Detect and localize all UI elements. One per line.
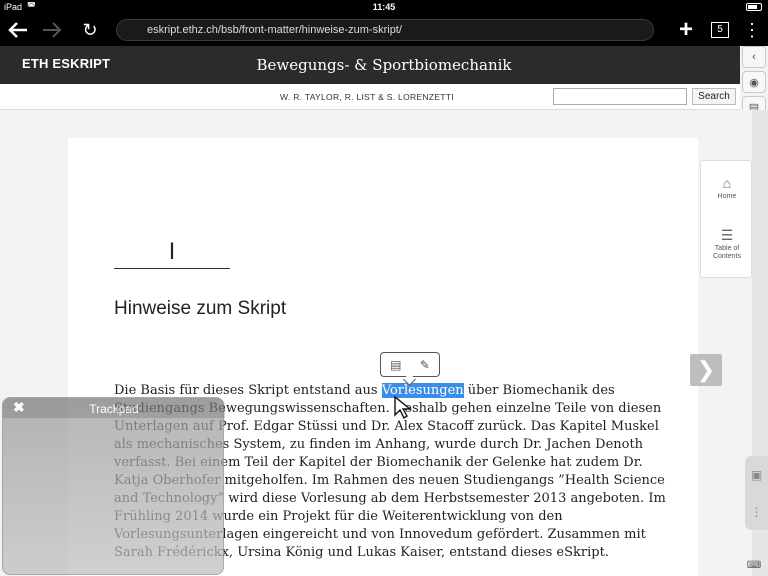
window-icon: ▣ (750, 467, 763, 482)
chapter-numeral: I (168, 240, 176, 265)
brand-logo[interactable]: ETH ESKRIPT (22, 56, 110, 71)
url-bar[interactable]: eskript.ethz.ch/bsb/front-matter/hinweis… (116, 19, 654, 41)
home-label: Home (717, 193, 737, 200)
chevron-right-icon: ❯ (696, 357, 716, 382)
clock: 11:45 (372, 2, 396, 12)
author-bar: W. R. TAYLOR, R. LIST & S. LORENZETTI Se… (0, 84, 740, 110)
annotation-popover: ▤ ✎ (380, 352, 440, 377)
search-input[interactable] (553, 88, 687, 105)
browser-toolbar: ↻ eskript.ethz.ch/bsb/front-matter/hinwe… (0, 14, 768, 46)
toc-label: Table of Contents (712, 245, 742, 260)
tabs-button[interactable]: 5 (708, 18, 732, 42)
trackpad-title: Trackpad (89, 402, 139, 416)
forward-button[interactable] (40, 18, 64, 42)
reload-icon: ↻ (82, 19, 98, 40)
eye-icon: ◉ (749, 76, 759, 89)
search-button[interactable]: Search (692, 88, 736, 105)
trackpad-titlebar[interactable]: ✖ Trackpad (3, 398, 225, 418)
text-segment: Die Basis für dieses Skript entstand aus (114, 383, 382, 398)
page-title: Hinweise zum Skript (114, 298, 287, 319)
forward-arrow-icon (43, 22, 62, 38)
edge-tab[interactable]: ▣ ⋮ (745, 456, 768, 530)
chevron-left-icon: ‹ (752, 51, 756, 63)
tab-count: 5 (711, 22, 729, 38)
home-link[interactable]: ⌂ Home (701, 175, 753, 201)
mouse-cursor-icon (394, 395, 412, 420)
comment-icon[interactable]: ▤ (390, 358, 401, 372)
keyboard-icon[interactable]: ⌨ (744, 560, 764, 574)
pencil-icon[interactable]: ✎ (420, 358, 430, 372)
trackpad-overlay[interactable]: ✖ Trackpad (2, 397, 225, 575)
text-segment: über Biomechanik des (463, 383, 615, 398)
next-page-button[interactable]: ❯ (690, 354, 722, 386)
list-icon: ☰ (720, 227, 734, 243)
back-button[interactable] (6, 18, 30, 42)
site-header: ETH ESKRIPT Bewegungs- & Sportbiomechani… (0, 46, 740, 84)
back-arrow-icon (8, 22, 27, 38)
collapse-button[interactable]: ‹ (742, 46, 766, 68)
battery-icon (746, 3, 762, 11)
authors: W. R. TAYLOR, R. LIST & S. LORENZETTI (280, 92, 454, 102)
side-nav-panel: ⌂ Home ☰ Table of Contents (700, 160, 752, 278)
chapter-divider (114, 268, 230, 269)
new-tab-button[interactable]: + (674, 16, 698, 43)
book-title[interactable]: Bewegungs- & Sportbiomechanik (200, 56, 568, 74)
menu-button[interactable]: ⋮ (740, 18, 764, 42)
more-vertical-icon: ⋮ (750, 504, 763, 519)
home-icon: ⌂ (722, 175, 732, 191)
more-vertical-icon: ⋮ (743, 19, 761, 40)
visibility-button[interactable]: ◉ (742, 71, 766, 93)
reload-button[interactable]: ↻ (78, 18, 102, 42)
toc-link[interactable]: ☰ Table of Contents (701, 227, 753, 261)
plus-icon: + (678, 16, 693, 43)
status-bar: iPad ◚ 11:45 (0, 0, 768, 14)
